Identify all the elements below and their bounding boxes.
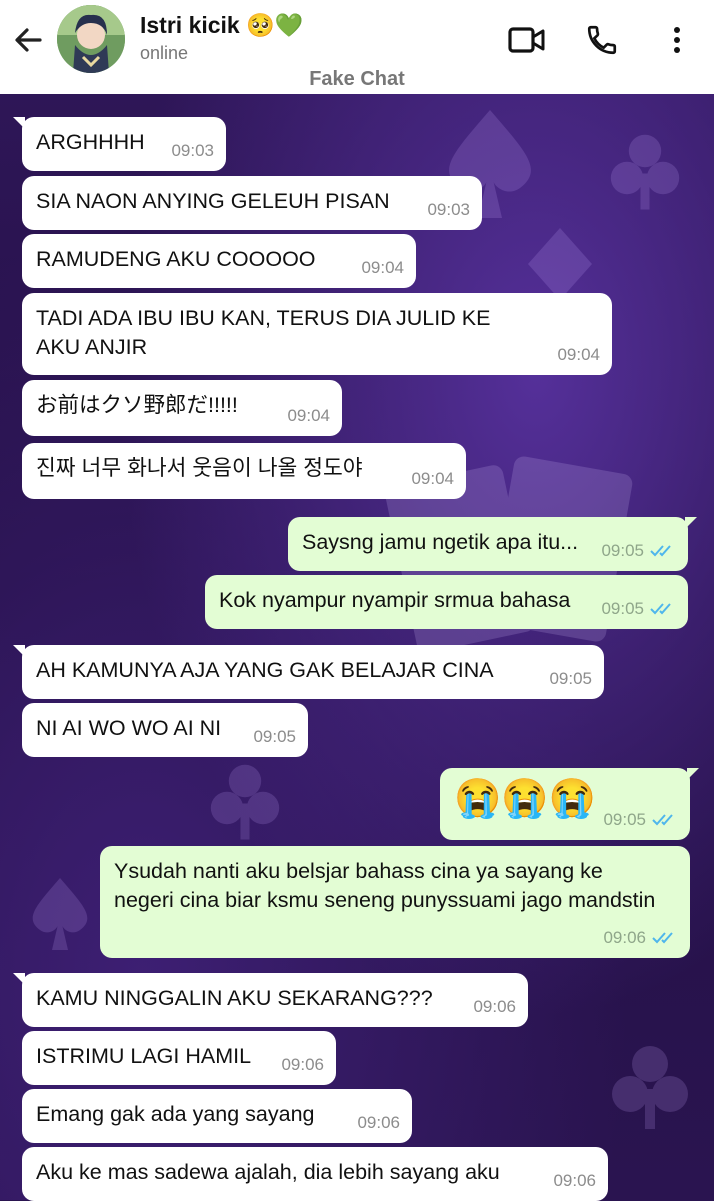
double-check-icon — [652, 931, 673, 943]
message-bubble[interactable]: 😭😭😭 09:05 — [440, 768, 699, 840]
message-text: Aku ke mas sadewa ajalah, dia lebih saya… — [36, 1160, 500, 1184]
message-bubble[interactable]: TADI ADA IBU IBU KAN, TERUS DIA JULID KE… — [22, 293, 612, 375]
message-bubble[interactable]: ISTRIMU LAGI HAMIL 09:06 — [22, 1031, 336, 1085]
message-time: 09:05 — [603, 805, 678, 834]
message-time: 09:03 — [427, 200, 470, 219]
message-text: KAMU NINGGALIN AKU SEKARANG??? — [36, 986, 433, 1010]
message-time: 09:05 — [601, 594, 676, 623]
chat-header: Istri kicik 🥺💚 online Fake Chat — [0, 0, 714, 94]
message-time: 09:06 — [357, 1113, 400, 1132]
phone-icon[interactable] — [582, 20, 622, 60]
message-bubble[interactable]: Kok nyampur nyampir srmua bahasa 09:05 — [205, 575, 688, 629]
message-bubble[interactable]: SIA NAON ANYING GELEUH PISAN 09:03 — [22, 176, 482, 230]
message-bubble[interactable]: お前はクソ野郎だ!!!!! 09:04 — [22, 380, 342, 436]
message-text: Ysudah nanti aku belsjar bahass cina ya … — [114, 859, 656, 912]
message-time: 09:03 — [171, 141, 214, 160]
message-time: 09:06 — [603, 923, 678, 952]
message-text: TADI ADA IBU IBU KAN, TERUS DIA JULID KE… — [36, 306, 496, 359]
message-text: 진짜 너무 화나서 웃음이 나올 정도야 — [36, 456, 363, 480]
message-time: 09:04 — [557, 345, 600, 364]
message-bubble[interactable]: NI AI WO WO AI NI 09:05 — [22, 703, 308, 757]
double-check-icon — [650, 544, 671, 556]
club-decoration-icon — [610, 134, 680, 210]
message-bubble[interactable]: ARGHHHH 09:03 — [13, 117, 226, 171]
message-bubble[interactable]: Aku ke mas sadewa ajalah, dia lebih saya… — [22, 1147, 608, 1201]
message-text: RAMUDENG AKU COOOOO — [36, 247, 316, 271]
contact-name[interactable]: Istri kicik 🥺💚 — [140, 12, 303, 39]
double-check-icon — [652, 813, 673, 825]
message-bubble[interactable]: Emang gak ada yang sayang 09:06 — [22, 1089, 412, 1143]
message-bubble[interactable]: AH KAMUNYA AJA YANG GAK BELAJAR CINA 09:… — [13, 645, 604, 699]
message-time: 09:06 — [281, 1055, 324, 1074]
message-text: SIA NAON ANYING GELEUH PISAN — [36, 189, 390, 213]
club-decoration-icon-3 — [612, 1046, 688, 1129]
watermark-label: Fake Chat — [309, 68, 405, 90]
message-text: AH KAMUNYA AJA YANG GAK BELAJAR CINA — [36, 658, 494, 682]
message-bubble[interactable]: RAMUDENG AKU COOOOO 09:04 — [22, 234, 416, 288]
message-bubble[interactable]: 진짜 너무 화나서 웃음이 나올 정도야 09:04 — [22, 443, 466, 499]
back-arrow-icon[interactable] — [10, 22, 46, 58]
message-text: ISTRIMU LAGI HAMIL — [36, 1044, 252, 1068]
message-time: 09:04 — [287, 406, 330, 425]
message-time: 09:04 — [411, 469, 454, 488]
message-text: お前はクソ野郎だ!!!!! — [36, 393, 238, 417]
more-vertical-icon[interactable] — [657, 20, 697, 60]
avatar[interactable] — [57, 5, 125, 73]
message-time: 09:06 — [553, 1171, 596, 1190]
message-time: 09:05 — [549, 669, 592, 688]
message-bubble[interactable]: Saysng jamu ngetik apa itu... 09:05 — [288, 517, 697, 571]
double-check-icon — [650, 602, 671, 614]
diamond-decoration-icon — [528, 228, 592, 300]
message-time: 09:06 — [473, 997, 516, 1016]
message-bubble[interactable]: Ysudah nanti aku belsjar bahass cina ya … — [100, 846, 690, 958]
message-text: Emang gak ada yang sayang — [36, 1102, 315, 1126]
spade-decoration-icon-2 — [32, 878, 88, 950]
message-time: 09:04 — [361, 258, 404, 277]
video-call-icon[interactable] — [507, 20, 547, 60]
message-time: 09:05 — [253, 727, 296, 746]
club-decoration-icon-2 — [210, 764, 280, 840]
message-bubble[interactable]: KAMU NINGGALIN AKU SEKARANG??? 09:06 — [13, 973, 528, 1027]
message-time: 09:05 — [601, 536, 676, 565]
contact-status: online — [140, 43, 189, 63]
